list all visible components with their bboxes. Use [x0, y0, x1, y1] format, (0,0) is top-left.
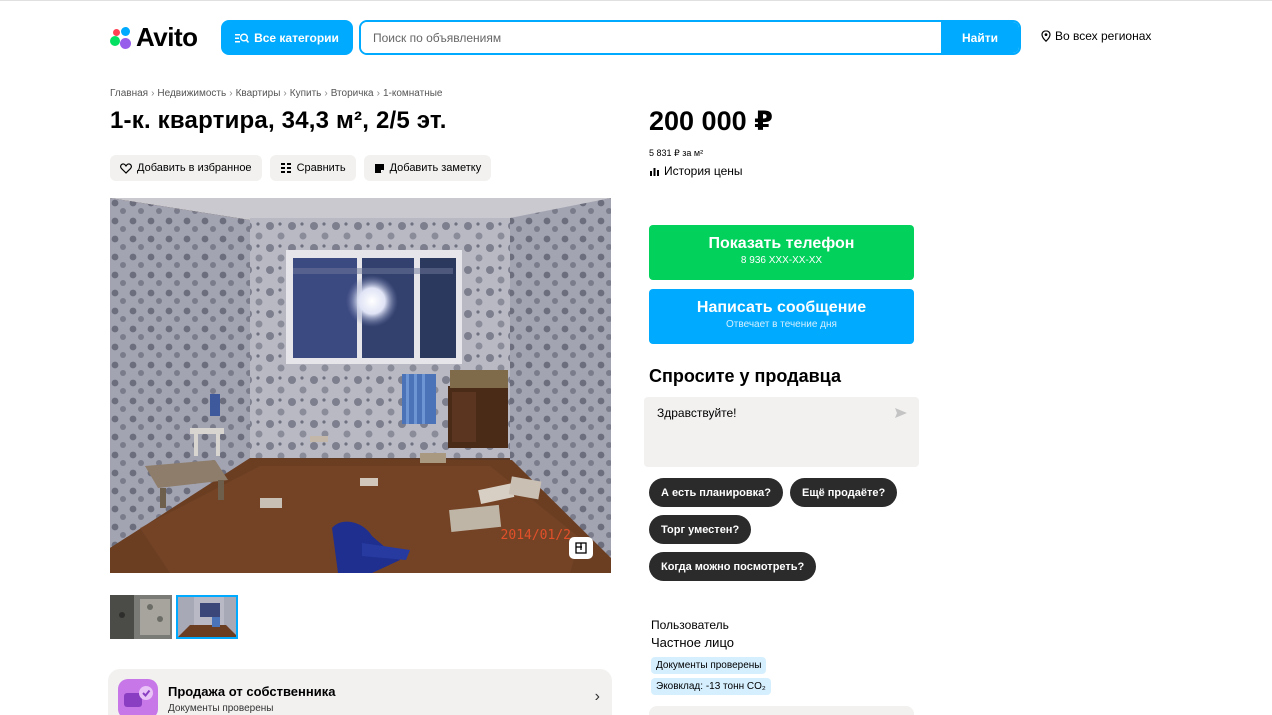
breadcrumb-item[interactable]: Недвижимость [157, 88, 226, 99]
listing-title: 1-к. квартира, 34,3 м², 2/5 эт. [110, 107, 447, 134]
compare-label: Сравнить [296, 162, 346, 174]
search-bar: Найти [359, 20, 1021, 55]
add-note-button[interactable]: Добавить заметку [363, 155, 492, 181]
search-input[interactable] [361, 22, 941, 53]
room-photo-image [110, 198, 611, 573]
quick-questions: А есть планировка? Ещё продаёте? Торг ум… [649, 478, 919, 581]
response-time: Отвечает в течение дня [726, 319, 837, 330]
breadcrumb-item[interactable]: Вторичка [331, 88, 374, 99]
photo-thumbnails [110, 595, 238, 639]
thumbnail-1[interactable] [110, 595, 172, 639]
quick-question-chip[interactable]: Торг уместен? [649, 515, 752, 544]
listing-actions: Добавить в избранное Сравнить Добавить з… [110, 155, 492, 181]
quick-question-chip[interactable]: Ещё продаёте? [790, 478, 898, 507]
price-history-icon [650, 167, 659, 176]
all-categories-button[interactable]: Все категории [221, 20, 353, 55]
add-to-favorites-button[interactable]: Добавить в избранное [110, 155, 262, 181]
breadcrumb-item[interactable]: Купить [290, 88, 322, 99]
owner-card-title: Продажа от собственника [168, 684, 336, 699]
ask-seller-title: Спросите у продавца [649, 366, 841, 386]
seller-type: Частное лицо [651, 635, 734, 650]
compare-icon [280, 163, 291, 173]
seller-info-card [649, 706, 914, 715]
ask-seller-textarea[interactable]: Здравствуйте! [644, 397, 919, 467]
chevron-right-icon: › [594, 688, 600, 705]
logo-dots-icon [110, 26, 132, 49]
breadcrumb-item[interactable]: Квартиры [236, 88, 281, 99]
price: 200 000 ₽ [649, 106, 773, 136]
photo-plan-icon[interactable] [569, 537, 593, 559]
photo-date-stamp: 2014/01/2 [500, 528, 571, 543]
location-pin-icon [1041, 30, 1051, 42]
send-icon[interactable] [894, 407, 908, 419]
region-label: Во всех регионах [1055, 29, 1152, 43]
documents-verified-badge: Документы проверены [651, 657, 767, 674]
price-history-link[interactable]: История цены [649, 164, 743, 178]
logo-text: Avito [136, 22, 198, 52]
categories-search-icon [235, 33, 250, 43]
heart-icon [120, 162, 132, 174]
quick-question-chip[interactable]: А есть планировка? [649, 478, 783, 507]
owner-badge-icon [118, 679, 158, 715]
main-photo[interactable]: 2014/01/2 [110, 198, 611, 573]
write-message-label: Написать сообщение [696, 299, 867, 316]
price-per-m2: 5 831 ₽ за м² [649, 148, 704, 158]
compare-button[interactable]: Сравнить [269, 155, 356, 181]
note-label: Добавить заметку [389, 162, 482, 174]
write-message-button[interactable]: Написать сообщение Отвечает в течение дн… [649, 289, 914, 344]
ask-seller-message: Здравствуйте! [657, 406, 737, 420]
breadcrumb-item[interactable]: Главная [110, 88, 148, 99]
favorites-label: Добавить в избранное [137, 162, 252, 174]
owner-sale-card[interactable]: Продажа от собственника Документы провер… [108, 669, 612, 715]
seller-name[interactable]: Пользователь [651, 618, 729, 632]
search-button[interactable]: Найти [941, 22, 1019, 53]
show-phone-label: Показать телефон [708, 235, 855, 252]
all-categories-label: Все категории [254, 30, 339, 45]
price-history-label: История цены [664, 164, 743, 178]
region-selector[interactable]: Во всех регионах [1041, 29, 1151, 43]
note-icon [374, 163, 384, 173]
breadcrumb-item[interactable]: 1-комнатные [383, 88, 443, 99]
owner-card-subtitle: Документы проверены [168, 703, 274, 714]
thumbnail-2[interactable] [176, 595, 238, 639]
phone-number-masked: 8 936 XXX-XX-XX [740, 255, 823, 266]
top-divider [0, 0, 1272, 1]
quick-question-chip[interactable]: Когда можно посмотреть? [649, 552, 817, 581]
show-phone-button[interactable]: Показать телефон 8 936 XXX-XX-XX [649, 225, 914, 280]
eco-contribution-badge: Эковклад: -13 тонн CO₂ [651, 678, 771, 695]
avito-logo[interactable]: Avito [110, 22, 198, 53]
breadcrumb: Главная › Недвижимость › Квартиры › Купить ›… [110, 88, 443, 99]
